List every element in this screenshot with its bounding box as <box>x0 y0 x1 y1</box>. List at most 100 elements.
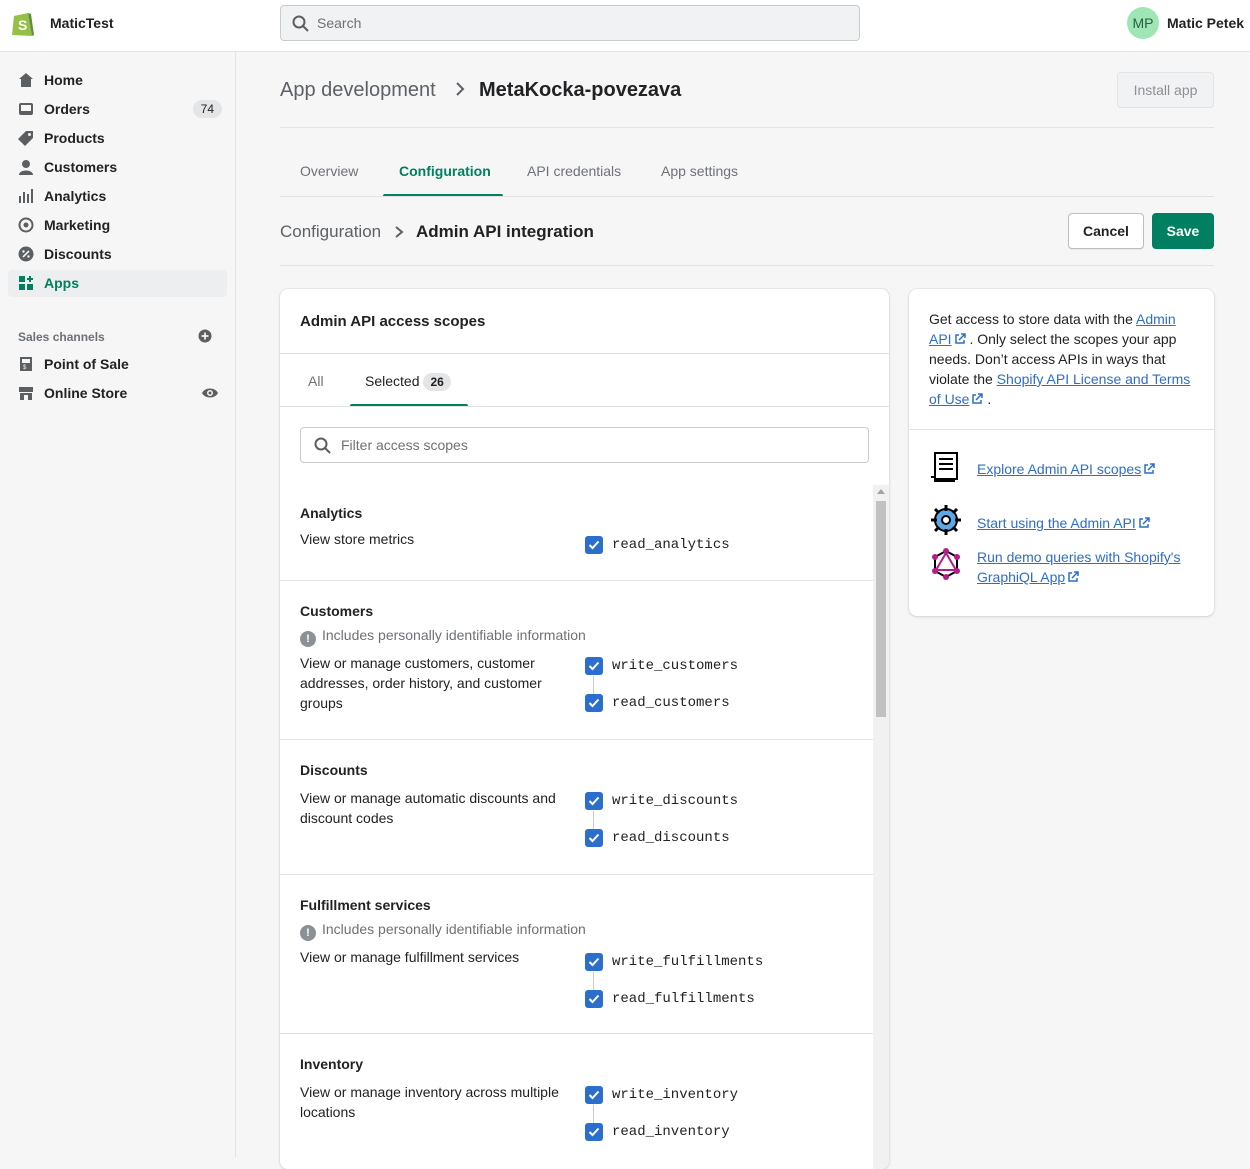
person-icon <box>19 160 33 175</box>
pii-notice: ! Includes personally identifiable inform… <box>300 921 586 941</box>
target-icon <box>18 217 34 233</box>
user-name[interactable]: Matic Petek <box>1167 15 1244 31</box>
breadcrumb-configuration[interactable]: Configuration <box>280 222 381 242</box>
sidebar-item-point-of-sale[interactable]: $ Point of Sale <box>8 351 227 378</box>
checkbox-write-inventory[interactable] <box>585 1086 603 1104</box>
scope-group-title: Inventory <box>300 1056 364 1072</box>
pii-text: Includes personally identifiable informa… <box>322 921 586 937</box>
checkbox-write-discounts[interactable] <box>585 792 603 810</box>
checkbox-write-customers[interactable] <box>585 657 603 675</box>
scope-group-description: View store metrics <box>300 531 415 547</box>
tab-overview[interactable]: Overview <box>300 163 358 179</box>
info-text-part: . <box>983 391 992 407</box>
checkmark-icon <box>588 540 600 550</box>
sidebar-item-label: Analytics <box>44 188 107 204</box>
sidebar-item-discounts[interactable]: Discounts <box>8 241 227 268</box>
checkmark-icon <box>588 796 600 806</box>
checkbox-write-fulfillments[interactable] <box>585 953 603 971</box>
tab-selected[interactable]: Selected 26 <box>365 373 451 391</box>
scope-group-description: View or manage fulfillment services <box>300 949 520 965</box>
scope-name: read_customers <box>612 695 730 711</box>
graphiql-link[interactable]: Run demo queries with Shopify's GraphiQL… <box>977 547 1197 587</box>
search-bar[interactable]: Search <box>280 5 860 41</box>
scope-group-description: View or manage customers, customer addre… <box>300 655 542 711</box>
scope-name: write_discounts <box>612 793 739 809</box>
scrollbar-thumb[interactable] <box>876 501 886 717</box>
scope-group-inventory: Inventory View or manage inventory acros… <box>280 1034 873 1169</box>
gear-icon <box>931 505 961 535</box>
tab-configuration[interactable]: Configuration <box>399 163 491 179</box>
scope-name: read_inventory <box>612 1124 730 1140</box>
tab-all[interactable]: All <box>308 373 324 389</box>
info-icon: ! <box>300 925 316 941</box>
tab-app-settings[interactable]: App settings <box>661 163 738 179</box>
sidebar-item-orders[interactable]: Orders 74 <box>8 96 227 123</box>
install-app-button[interactable]: Install app <box>1117 72 1214 108</box>
start-admin-api-link-label: Start using the Admin API <box>977 515 1136 531</box>
checkbox-read-analytics[interactable] <box>585 536 603 554</box>
bar-chart-icon <box>19 189 33 203</box>
scope-name: write_customers <box>612 658 739 674</box>
filter-scopes-input[interactable]: Filter access scopes <box>300 427 869 463</box>
graphql-icon <box>932 548 960 580</box>
orders-count-badge: 74 <box>192 100 222 118</box>
search-placeholder: Search <box>317 15 362 31</box>
sidebar-item-analytics[interactable]: Analytics <box>8 183 227 210</box>
scope-group-discounts: Discounts View or manage automatic disco… <box>280 740 873 875</box>
scope-name: write_fulfillments <box>612 954 764 970</box>
store-name[interactable]: MaticTest <box>50 15 114 31</box>
scroll-up-arrow-icon[interactable] <box>877 489 885 494</box>
section-title: Admin API integration <box>416 222 594 241</box>
start-admin-api-link[interactable]: Start using the Admin API <box>977 513 1197 533</box>
external-link-icon <box>972 393 984 404</box>
orders-icon <box>19 103 33 115</box>
checkbox-read-fulfillments[interactable] <box>585 990 603 1008</box>
sidebar-item-label: Customers <box>44 159 118 175</box>
external-link-icon <box>1139 517 1150 528</box>
shopify-logo-icon[interactable]: S <box>10 8 36 38</box>
sidebar-item-label: Apps <box>44 275 79 291</box>
add-channel-icon[interactable] <box>198 329 212 343</box>
breadcrumb-app-development[interactable]: App development <box>280 79 436 102</box>
main-content: App development MetaKocka-povezava Insta… <box>236 52 1250 1169</box>
tab-api-credentials[interactable]: API credentials <box>527 163 621 179</box>
divider <box>280 265 1214 266</box>
scope-group-customers: Customers ! Includes personally identifia… <box>280 581 873 740</box>
eye-icon[interactable] <box>201 385 219 401</box>
save-button[interactable]: Save <box>1152 213 1214 249</box>
checkmark-icon <box>588 1090 600 1100</box>
selected-count-badge: 26 <box>423 373 451 391</box>
scope-name: read_discounts <box>612 830 730 846</box>
external-link-icon <box>1144 463 1155 474</box>
sidebar-item-marketing[interactable]: Marketing <box>8 212 227 239</box>
scope-name: read_analytics <box>612 537 730 553</box>
avatar[interactable]: MP <box>1127 7 1159 39</box>
card-title: Admin API access scopes <box>300 313 486 330</box>
sidebar-item-apps[interactable]: Apps <box>8 270 227 297</box>
sidebar: Home Orders 74 Products Customers Analyt… <box>0 52 236 1157</box>
external-link-icon <box>1068 571 1079 582</box>
scrollbar[interactable] <box>873 485 889 1169</box>
search-icon <box>292 15 309 32</box>
home-icon <box>19 73 33 87</box>
sidebar-item-label: Discounts <box>44 246 112 262</box>
cancel-button[interactable]: Cancel <box>1068 213 1144 249</box>
sidebar-item-customers[interactable]: Customers <box>8 154 227 181</box>
tag-icon <box>18 131 33 146</box>
pii-text: Includes personally identifiable informa… <box>322 627 586 643</box>
online-store-icon <box>19 387 33 400</box>
checkbox-read-customers[interactable] <box>585 694 603 712</box>
sidebar-item-online-store[interactable]: Online Store <box>8 380 227 407</box>
sidebar-item-label: Products <box>44 130 105 146</box>
info-text-part: Get access to store data with the <box>929 311 1136 327</box>
sidebar-item-products[interactable]: Products <box>8 125 227 152</box>
checkbox-read-discounts[interactable] <box>585 829 603 847</box>
explore-scopes-link[interactable]: Explore Admin API scopes <box>977 459 1197 479</box>
divider <box>909 429 1214 430</box>
sidebar-item-label: Orders <box>44 101 90 117</box>
scope-group-title: Customers <box>300 603 374 619</box>
checkbox-read-inventory[interactable] <box>585 1123 603 1141</box>
scroll-icon <box>931 452 958 482</box>
sidebar-item-label: Marketing <box>44 217 111 233</box>
sidebar-item-home[interactable]: Home <box>8 67 227 94</box>
